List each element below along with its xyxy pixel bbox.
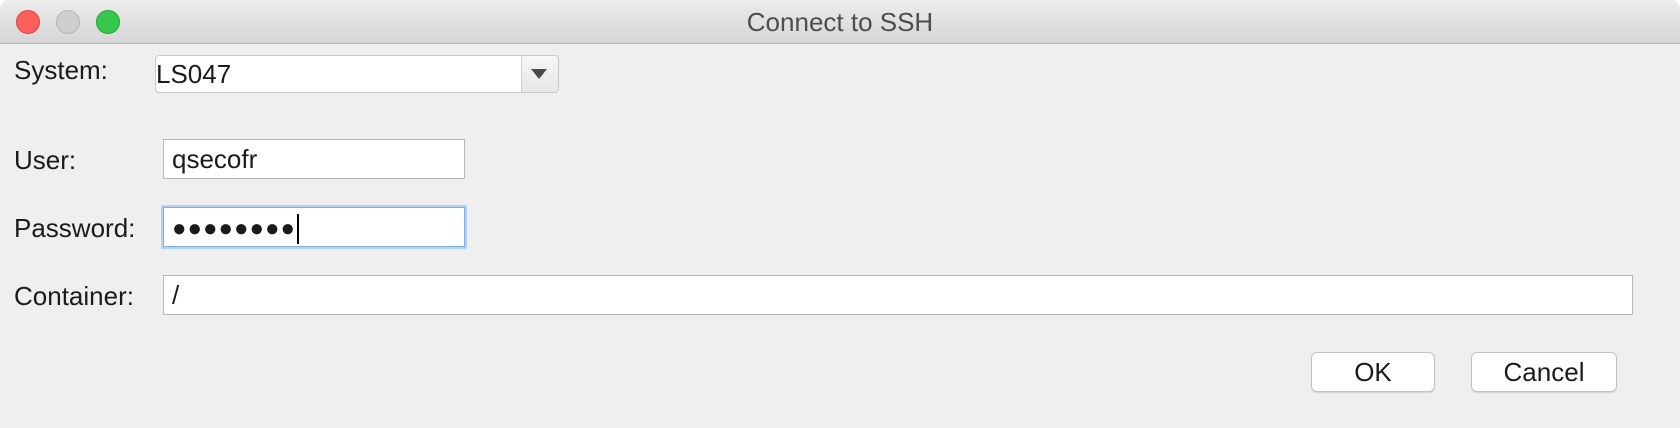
- text-caret: [296, 214, 299, 245]
- container-input-value: /: [172, 280, 180, 310]
- container-input[interactable]: /: [163, 275, 1633, 315]
- cancel-button[interactable]: Cancel: [1471, 352, 1617, 392]
- password-label: Password:: [14, 213, 136, 243]
- user-label: User:: [14, 145, 77, 175]
- close-window-icon[interactable]: [16, 10, 40, 34]
- system-dropdown[interactable]: LS047: [156, 56, 558, 92]
- title-bar[interactable]: Connect to SSH: [0, 0, 1680, 44]
- password-masked-value: ●●●●●●●●: [172, 215, 296, 242]
- minimize-window-icon[interactable]: [56, 10, 80, 34]
- chevron-down-icon: [531, 69, 547, 79]
- dropdown-button[interactable]: [521, 56, 558, 92]
- container-label: Container:: [14, 281, 134, 311]
- maximize-window-icon[interactable]: [96, 10, 120, 34]
- user-input-value: qsecofr: [172, 144, 258, 174]
- password-input[interactable]: ●●●●●●●●: [163, 207, 465, 247]
- user-input[interactable]: qsecofr: [163, 139, 465, 179]
- system-dropdown-value: LS047: [156, 59, 232, 89]
- window-title: Connect to SSH: [746, 7, 934, 37]
- system-label: System:: [14, 55, 108, 85]
- ok-button[interactable]: OK: [1311, 352, 1435, 392]
- connect-ssh-dialog: Connect to SSH System: LS047 User: qseco…: [0, 0, 1680, 428]
